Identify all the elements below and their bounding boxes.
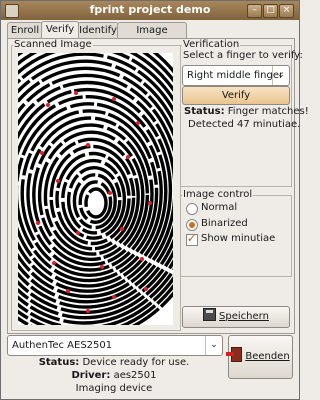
minutia-point <box>126 155 130 159</box>
device-status-label: Status: <box>38 357 80 368</box>
device-select[interactable]: AuthenTec AES2501 ⌄ <box>7 335 223 356</box>
device-select-value: AuthenTec AES2501 <box>12 340 113 351</box>
verification-label: Verification <box>182 39 241 50</box>
normal-radio[interactable] <box>186 203 198 215</box>
binarized-radio-label: Binarized <box>201 218 248 229</box>
maximize-icon: □ <box>266 5 275 15</box>
floppy-disk-icon <box>203 308 217 321</box>
minutia-point <box>52 261 56 265</box>
device-type: Imaging device <box>75 383 153 394</box>
minutia-point <box>36 221 40 225</box>
tab-identify[interactable]: Identify <box>77 22 119 38</box>
device-driver: Driver: aes2501 <box>7 370 221 381</box>
minimize-icon: – <box>252 5 257 15</box>
minimize-button[interactable]: – <box>247 4 262 18</box>
device-status-value: Device ready for use. <box>82 357 190 368</box>
close-icon: × <box>282 5 291 15</box>
minutia-point <box>86 143 90 147</box>
minutia-point <box>112 295 116 299</box>
minutia-point <box>140 257 144 261</box>
tab-image-capture[interactable]: Image capture <box>117 22 187 51</box>
exit-door-icon <box>226 347 243 362</box>
verify-tab-panel: Scanned Image Verification Select a fing… <box>0 24 309 341</box>
show-minutiae-label: Show minutiae <box>201 233 276 244</box>
minutia-point <box>66 289 70 293</box>
minutia-point <box>136 121 140 125</box>
save-button[interactable]: Speichern <box>182 306 290 328</box>
finger-prompt: Select a finger to verify: <box>183 50 303 61</box>
minutia-point <box>100 265 104 269</box>
scanned-image-label: Scanned Image <box>13 39 93 50</box>
show-minutiae-checkbox[interactable] <box>186 232 198 246</box>
quit-button[interactable]: Beenden <box>226 335 293 379</box>
device-status: Status: Device ready for use. <box>7 357 221 368</box>
finger-select-value: Right middle finger <box>187 70 284 81</box>
verify-status: Status: Finger matches! <box>184 106 309 117</box>
fingerprint-graphic <box>0 24 214 341</box>
image-control-label: Image control <box>182 189 254 200</box>
maximize-button[interactable]: □ <box>263 4 278 18</box>
main-window: fprint project demo – □ × Enroll Verify … <box>0 0 309 400</box>
title-bar[interactable]: fprint project demo – □ × <box>1 1 299 20</box>
minutia-point <box>112 97 116 101</box>
verify-status-label: Status: <box>184 106 225 117</box>
device-driver-value: aes2501 <box>113 370 157 381</box>
verify-status-value: Finger matches! <box>227 106 309 117</box>
fingerprint-image <box>0 24 214 341</box>
minutia-point <box>46 103 50 107</box>
tab-verify[interactable]: Verify <box>41 21 79 38</box>
minutia-point <box>120 227 124 231</box>
minutia-point <box>40 151 44 155</box>
fingerprint-ridge <box>37 130 145 262</box>
tab-enroll[interactable]: Enroll <box>7 22 43 38</box>
minutia-point <box>148 201 152 205</box>
finger-select[interactable]: Right middle finger ⌄ <box>182 65 290 86</box>
minutia-point <box>86 309 90 313</box>
minutia-point <box>144 287 148 291</box>
chevron-down-icon: ⌄ <box>272 66 289 85</box>
fingerprint-ridge <box>84 187 108 219</box>
verify-button[interactable]: Verify <box>182 86 290 105</box>
minutia-point <box>56 179 60 183</box>
binarized-radio[interactable] <box>186 219 198 231</box>
normal-radio-label: Normal <box>201 202 238 213</box>
close-button[interactable]: × <box>279 4 294 18</box>
save-button-label: Speichern <box>219 311 269 322</box>
minutiae-count: Detected 47 minutiae. <box>188 119 301 130</box>
quit-button-label: Beenden <box>245 351 290 362</box>
minutia-point <box>74 91 78 95</box>
device-driver-label: Driver: <box>71 370 111 381</box>
minutia-point <box>108 191 112 195</box>
chevron-down-icon: ⌄ <box>205 336 222 355</box>
minutia-point <box>76 231 80 235</box>
